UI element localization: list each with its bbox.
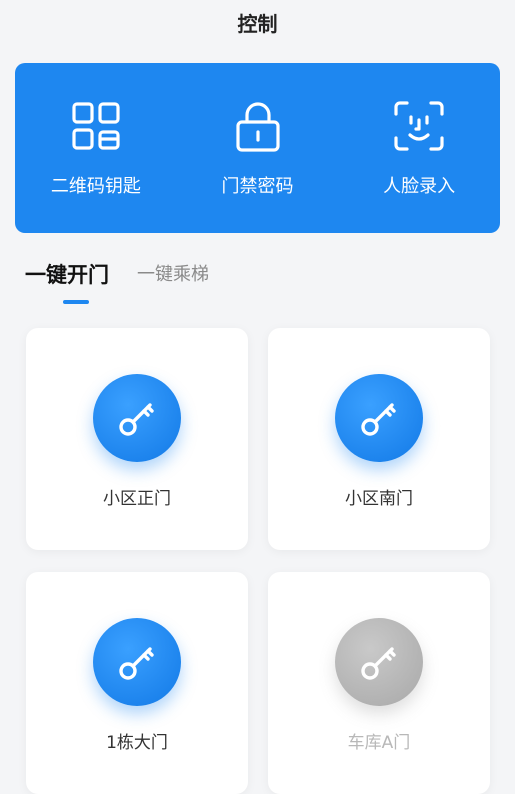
tab-bar: 一键开门 一键乘梯 xyxy=(25,258,237,308)
tab-one-click-door[interactable]: 一键开门 xyxy=(25,258,109,304)
active-tab-indicator xyxy=(63,300,89,304)
door-label: 小区正门 xyxy=(103,489,171,509)
tab-one-click-elevator[interactable]: 一键乘梯 xyxy=(137,258,209,292)
door-password-button[interactable]: 门禁密码 xyxy=(177,63,339,233)
key-icon xyxy=(361,403,396,436)
key-button[interactable] xyxy=(335,374,423,462)
lock-icon xyxy=(235,102,280,152)
tab-one-click-elevator-label: 一键乘梯 xyxy=(137,264,209,285)
door-card-garage-a[interactable]: 车库A门 xyxy=(268,572,490,794)
qr-code-icon xyxy=(72,102,120,150)
qr-code-key-label: 二维码钥匙 xyxy=(50,176,141,197)
key-button[interactable] xyxy=(93,618,181,706)
key-icon xyxy=(119,647,154,680)
top-bar: 控制 xyxy=(0,0,515,44)
door-card-main-gate[interactable]: 小区正门 xyxy=(26,328,248,550)
page-title: 控制 xyxy=(237,11,278,36)
key-button[interactable] xyxy=(93,374,181,462)
door-card-building-1[interactable]: 1栋大门 xyxy=(26,572,248,794)
control-panel: 二维码钥匙 门禁密码 人脸录入 xyxy=(15,63,500,233)
door-password-label: 门禁密码 xyxy=(221,176,294,197)
face-enroll-label: 人脸录入 xyxy=(383,176,456,197)
key-icon xyxy=(361,647,396,680)
door-label: 车库A门 xyxy=(347,733,411,753)
door-label: 小区南门 xyxy=(345,489,413,509)
tab-one-click-door-label: 一键开门 xyxy=(25,263,109,287)
key-button-disabled[interactable] xyxy=(335,618,423,706)
key-icon xyxy=(119,403,154,436)
qr-code-key-button[interactable]: 二维码钥匙 xyxy=(15,63,177,233)
face-enroll-button[interactable]: 人脸录入 xyxy=(338,63,500,233)
face-scan-icon xyxy=(394,101,444,151)
door-card-south-gate[interactable]: 小区南门 xyxy=(268,328,490,550)
door-label: 1栋大门 xyxy=(106,733,168,753)
